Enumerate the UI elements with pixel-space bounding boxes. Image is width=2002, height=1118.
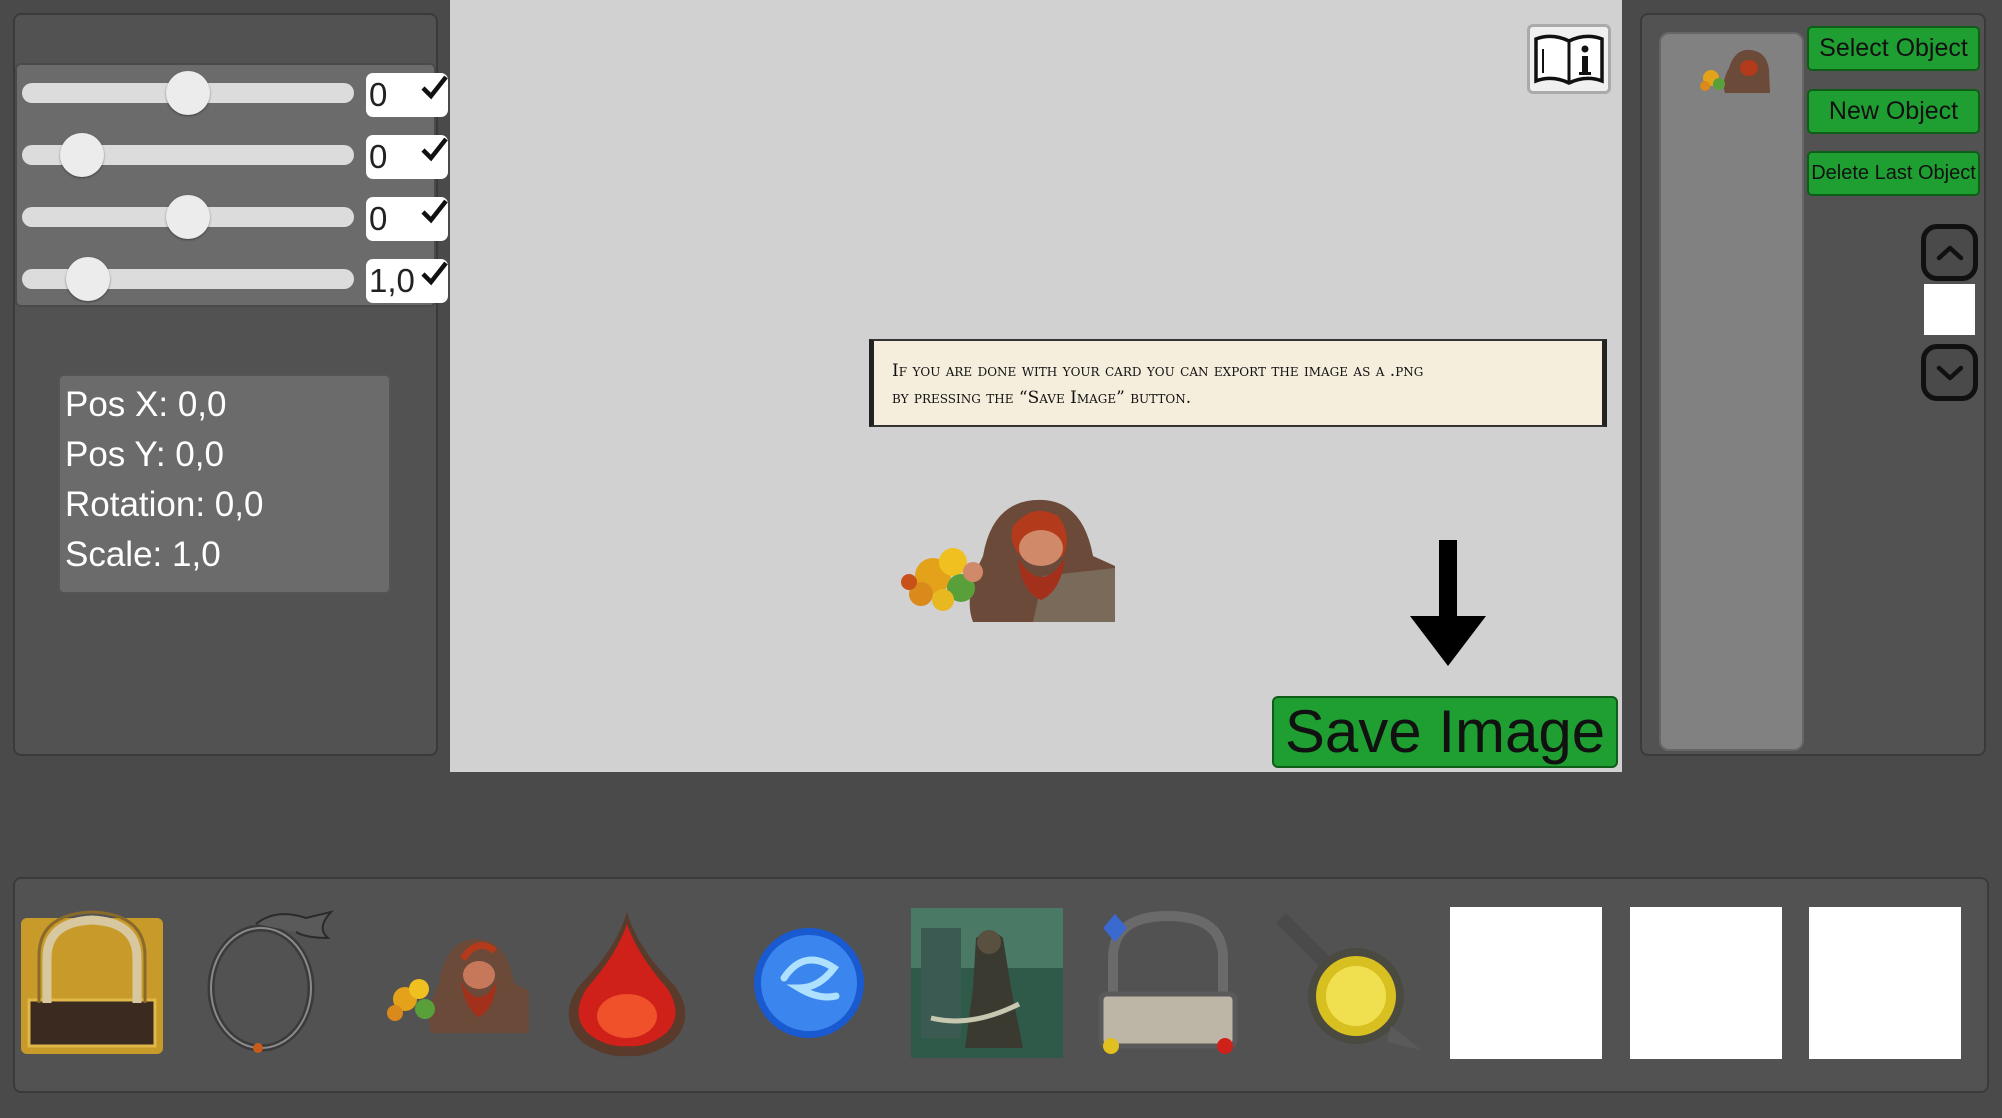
asset-empty-slot[interactable]	[1450, 907, 1602, 1059]
dwarf-object-thumbnail[interactable]	[1697, 48, 1770, 93]
asset-dragon-ring[interactable]	[195, 907, 347, 1059]
scale-readout: Scale: 1,0	[65, 535, 221, 574]
object-list[interactable]	[1659, 32, 1804, 751]
slider-row-y: 0	[17, 131, 448, 181]
chevron-down-icon	[1936, 365, 1963, 380]
slider-rotation-thumb[interactable]	[166, 195, 210, 239]
slider-x-track[interactable]	[22, 71, 354, 115]
asset-warrior-art[interactable]	[911, 907, 1063, 1059]
tooltip-line-1: If you are done with your card you can e…	[892, 361, 1424, 381]
asset-empty-slot[interactable]	[1809, 907, 1961, 1059]
new-object-button[interactable]: New Object	[1807, 89, 1980, 134]
dwarf-portrait-icon	[387, 938, 529, 1033]
asset-yellow-gem-sword[interactable]	[1270, 907, 1422, 1059]
asset-empty-slot[interactable]	[1630, 907, 1782, 1059]
checkmark-icon[interactable]	[418, 133, 450, 165]
red-gem-icon	[568, 912, 686, 1057]
export-tooltip: If you are done with your card you can e…	[869, 339, 1607, 427]
asset-gold-frame[interactable]	[16, 907, 168, 1059]
slider-row-x: 0	[17, 69, 448, 119]
checkmark-icon[interactable]	[418, 195, 450, 227]
delete-last-object-button[interactable]: Delete Last Object	[1807, 151, 1980, 196]
tooltip-line-2: by pressing the “Save Image” button.	[892, 388, 1192, 408]
transform-info: Pos X: 0,0 Pos Y: 0,0 Rotation: 0,0 Scal…	[58, 374, 391, 594]
slider-x-thumb[interactable]	[166, 71, 210, 115]
dwarf-canvas-object[interactable]	[893, 496, 1115, 622]
layer-indicator	[1924, 284, 1975, 335]
pos-y-readout: Pos Y: 0,0	[65, 435, 224, 474]
checkmark-icon[interactable]	[418, 71, 450, 103]
slider-scale-thumb[interactable]	[66, 257, 111, 301]
gold-frame-icon	[21, 910, 163, 1054]
help-button[interactable]	[1527, 24, 1611, 94]
slider-scale-track[interactable]	[22, 257, 354, 301]
blue-orb-icon	[754, 928, 864, 1038]
book-info-icon	[1534, 34, 1604, 85]
layer-down-button[interactable]	[1921, 344, 1978, 401]
card-frame-icon	[1098, 910, 1238, 1054]
asset-dwarf-portrait[interactable]	[378, 907, 530, 1059]
asset-card-frame[interactable]	[1092, 907, 1244, 1059]
yellow-gem-sword-icon	[1276, 913, 1421, 1050]
warrior-art-icon	[911, 908, 1063, 1058]
rotation-readout: Rotation: 0,0	[65, 485, 264, 524]
dragon-ring-icon	[207, 910, 335, 1053]
slider-y-track[interactable]	[22, 133, 354, 177]
slider-rotation-track[interactable]	[22, 195, 354, 239]
slider-row-rotation: 0	[17, 193, 448, 243]
layer-up-button[interactable]	[1921, 224, 1978, 281]
transform-sliders: 0 0 0 1,0	[15, 63, 448, 307]
pos-x-readout: Pos X: 0,0	[65, 385, 227, 424]
slider-row-scale: 1,0	[17, 255, 448, 305]
select-object-button[interactable]: Select Object	[1807, 26, 1980, 71]
checkmark-icon[interactable]	[418, 257, 450, 289]
asset-red-gem[interactable]	[551, 907, 703, 1059]
slider-y-thumb[interactable]	[59, 133, 104, 177]
arrow-down-icon	[1410, 540, 1486, 666]
chevron-up-icon	[1936, 245, 1963, 260]
asset-blue-orb[interactable]	[733, 907, 885, 1059]
save-image-button[interactable]: Save Image	[1272, 696, 1618, 768]
